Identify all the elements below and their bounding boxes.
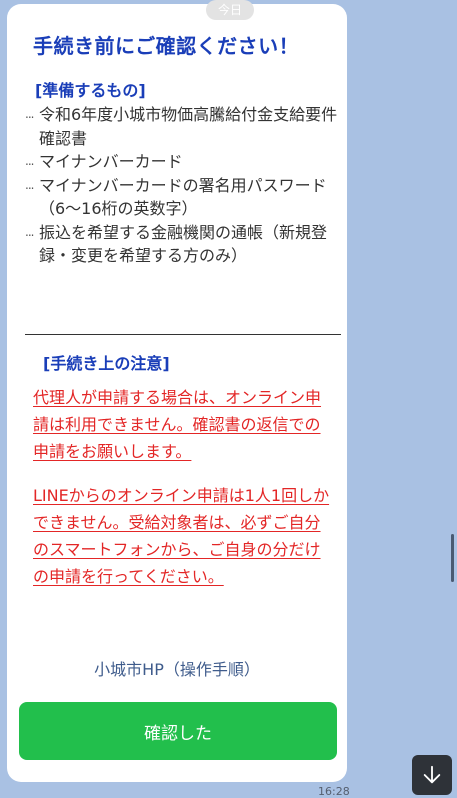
card-title: 手続き前にご確認ください！ [33,34,300,58]
list-bullet: ... [25,154,35,168]
notes-heading: [手続き上の注意] [43,354,170,373]
list-item: ... 令和6年度小城市物価高騰給付金支給要件確認書 [25,103,341,150]
scrollbar-thumb[interactable] [451,534,454,582]
list-bullet: ... [25,224,35,239]
list-item-text: 令和6年度小城市物価高騰給付金支給要件確認書 [39,105,338,148]
arrow-down-icon [423,765,441,784]
list-item-text: マイナンバーカードの署名用パスワード（6〜16桁の英数字） [39,175,327,219]
scroll-to-bottom-button[interactable] [412,755,452,795]
list-item: ... 振込を希望する金融機関の通帳（新規登録・変更を希望する方のみ） [25,221,341,268]
list-item: ... マイナンバーカードの署名用パスワード（6〜16桁の英数字） [25,174,341,221]
confirm-button[interactable]: 確認した [19,702,337,760]
section-divider [25,334,341,335]
message-card: 手続き前にご確認ください！ [準備するもの] ... 令和6年度小城市物価高騰給… [7,4,347,782]
message-timestamp: 16:28 [318,785,350,798]
prep-list: ... 令和6年度小城市物価高騰給付金支給要件確認書 ... マイナンバーカード… [25,103,341,268]
date-separator: 今日 [206,0,254,20]
list-item-text: 振込を希望する金融機関の通帳（新規登録・変更を希望する方のみ） [39,222,328,266]
prep-heading: [準備するもの] [35,81,146,100]
warning-text-once: LINEからのオンライン申請は1人1回しかできません。受給対象者は、必ずご自分の… [33,486,330,586]
hp-link[interactable]: 小城市HP（操作手順） [7,656,347,680]
warning-text-proxy: 代理人が申請する場合は、オンライン申請は利用できません。確認書の返信での申請をお… [33,388,322,461]
list-bullet: ... [25,177,35,192]
list-bullet: ... [25,107,35,121]
list-item-text: マイナンバーカード [39,152,183,171]
list-item: ... マイナンバーカード [25,150,341,174]
